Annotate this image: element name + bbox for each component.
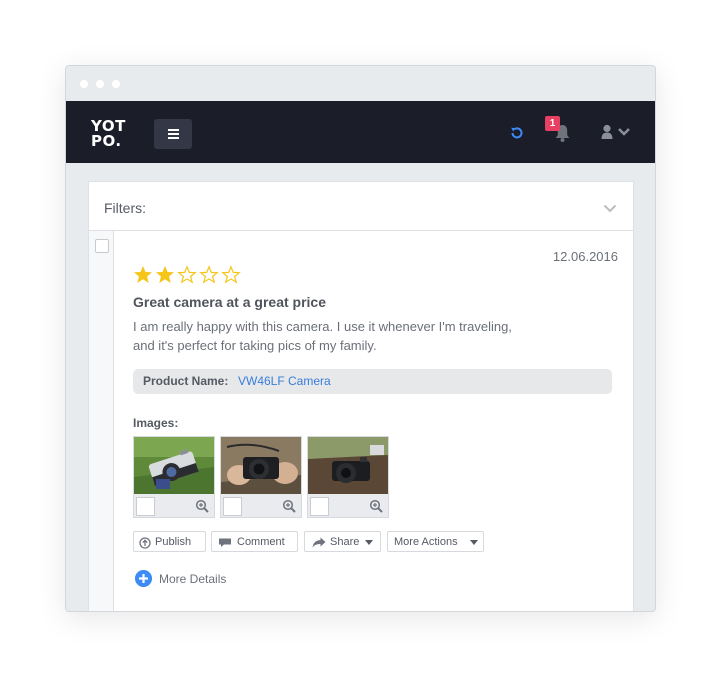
image-select-checkbox[interactable] (310, 497, 329, 516)
comment-icon (219, 538, 231, 547)
chevron-down-icon[interactable] (603, 204, 617, 213)
refresh-icon[interactable] (509, 125, 525, 141)
more-details-label: More Details (159, 572, 227, 586)
menu-icon (168, 137, 179, 139)
zoom-in-icon[interactable] (369, 499, 383, 513)
window-titlebar (66, 66, 655, 101)
logo-line: PO. (91, 132, 122, 150)
more-actions-button[interactable]: More Actions (387, 531, 484, 552)
star-filled-icon (156, 266, 174, 283)
window-dot (80, 80, 88, 88)
star-empty-icon (177, 265, 197, 284)
window-dot (96, 80, 104, 88)
image-select-checkbox[interactable] (223, 497, 242, 516)
camera-photo-image (221, 437, 301, 494)
plus-circle-icon (135, 570, 152, 587)
star-filled-icon (134, 266, 152, 283)
image-select-checkbox[interactable] (136, 497, 155, 516)
share-button[interactable]: Share (304, 531, 381, 552)
row-select-column (89, 231, 114, 611)
camera-photo-image (134, 437, 214, 494)
share-icon (312, 537, 326, 548)
more-actions-button-label: More Actions (394, 536, 458, 548)
review-body-line: and it's perfect for taking pics of my f… (133, 338, 377, 353)
filters-bar[interactable]: Filters: (89, 182, 633, 231)
menu-icon (168, 133, 179, 135)
star-empty-icon (199, 265, 219, 284)
zoom-in-icon[interactable] (195, 499, 209, 513)
yotpo-logo[interactable]: YOT PO. (91, 119, 126, 149)
review-image-thumbnail[interactable] (220, 436, 302, 518)
zoom-in-icon[interactable] (282, 499, 296, 513)
review-body-line: I am really happy with this camera. I us… (133, 319, 512, 334)
publish-button[interactable]: Publish (133, 531, 206, 552)
review-title: Great camera at a great price (133, 294, 326, 310)
comment-button[interactable]: Comment (211, 531, 298, 552)
review-image-thumbnail[interactable] (133, 436, 215, 518)
review-body: I am really happy with this camera. I us… (133, 317, 543, 355)
product-name-bar: Product Name: VW46LF Camera (133, 369, 612, 394)
user-menu-icon[interactable] (601, 124, 635, 142)
share-button-label: Share (330, 536, 360, 548)
comment-button-label: Comment (237, 536, 285, 548)
window-dot (112, 80, 120, 88)
review-select-checkbox[interactable] (95, 239, 109, 253)
camera-photo-image (308, 437, 388, 494)
reviews-panel: Filters: 12.06.2016 Great camera at a gr… (88, 181, 634, 611)
caret-down-icon (470, 540, 478, 545)
notification-badge: 1 (545, 116, 560, 131)
star-rating (133, 265, 243, 285)
product-name-label: Product Name: (143, 374, 229, 388)
caret-down-icon (365, 540, 373, 545)
star-empty-icon (221, 265, 241, 284)
review-date: 12.06.2016 (552, 249, 618, 264)
review-card: 12.06.2016 Great camera at a great price… (114, 231, 633, 611)
browser-window: YOT PO. 1 Filters: 12.06.2016 Great came… (65, 65, 656, 612)
menu-icon (168, 129, 179, 131)
hamburger-menu-button[interactable] (154, 119, 192, 149)
images-label: Images: (133, 416, 179, 430)
review-image-thumbnail[interactable] (307, 436, 389, 518)
publish-icon (139, 537, 151, 549)
publish-button-label: Publish (155, 536, 192, 548)
top-navbar: YOT PO. 1 (66, 101, 655, 163)
filters-label: Filters: (104, 200, 146, 216)
product-name-link[interactable]: VW46LF Camera (238, 369, 331, 394)
